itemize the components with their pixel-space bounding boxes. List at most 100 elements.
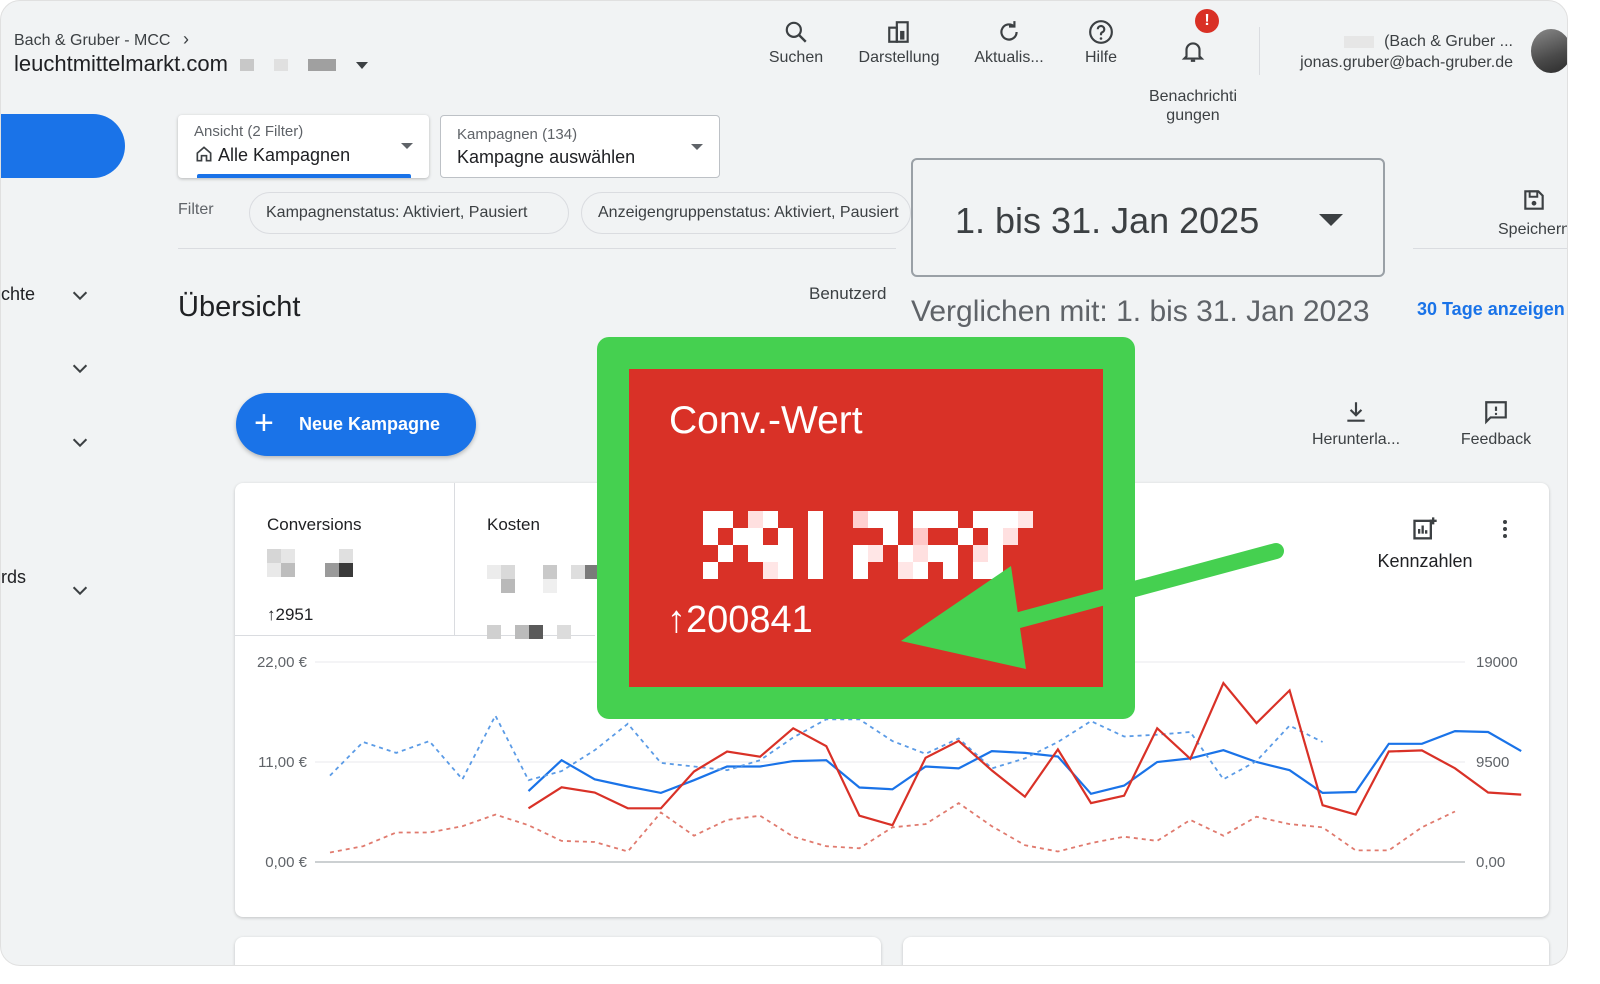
refresh-label: Aktualis... <box>974 49 1044 66</box>
notifications-label: Benachrichti gungen <box>1148 88 1238 124</box>
save-label: Speichern <box>1498 221 1568 238</box>
date-range-picker[interactable]: 1. bis 31. Jan 2025 <box>911 158 1385 277</box>
metrics-button[interactable]: Kennzahlen <box>1375 515 1475 572</box>
view-selector[interactable]: Ansicht (2 Filter) Alle Kampagnen <box>178 115 429 178</box>
caret-down-icon <box>691 144 703 150</box>
redaction-pixel <box>718 511 733 528</box>
redaction-pixel <box>733 528 748 545</box>
sidebar-item-label[interactable]: chte <box>1 284 35 305</box>
metric-label: Kosten <box>487 515 540 534</box>
highlight-change-value: 200841 <box>686 599 813 641</box>
account-selector[interactable]: leuchtmittelmarkt.com <box>14 51 369 77</box>
notifications-button[interactable]: Benachrichti gungen ! <box>1141 9 1245 144</box>
appearance-icon <box>888 21 909 43</box>
chevron-down-icon[interactable] <box>69 284 91 306</box>
y-right-tick-label: 0,00 <box>1476 854 1505 871</box>
view-selector-value: Alle Kampagnen <box>218 145 351 165</box>
more-vert-icon[interactable] <box>1493 517 1517 541</box>
alert-badge: ! <box>1195 9 1219 33</box>
redaction-pixel <box>778 545 793 562</box>
user-info[interactable]: (Bach & Gruber ... jonas.gruber@bach-gru… <box>1300 31 1513 73</box>
y-left-tick-label: 0,00 € <box>265 854 307 871</box>
y-left-tick-label: 22,00 € <box>257 654 308 671</box>
user-email: jonas.gruber@bach-gruber.de <box>1300 54 1513 71</box>
feedback-button[interactable]: Feedback <box>1456 399 1536 449</box>
metric-kosten[interactable]: Kosten <box>487 515 607 639</box>
redacted-block <box>240 59 255 72</box>
help-label: Hilfe <box>1084 49 1117 66</box>
appearance-label: Darstellung <box>858 49 940 66</box>
chevron-down-icon[interactable] <box>69 579 91 601</box>
campaign-selector[interactable]: Kampagnen (134) Kampagne auswählen <box>440 115 720 178</box>
redaction-pixel <box>703 511 718 528</box>
search-button[interactable]: Suchen <box>761 19 831 67</box>
recommendations-card <box>235 937 881 965</box>
breadcrumb-label[interactable]: Bach & Gruber - MCC <box>14 32 170 49</box>
metric-conversions[interactable]: Conversions ↑2951 <box>267 515 362 625</box>
bell-icon <box>1181 42 1205 62</box>
new-campaign-label: Neue Kampagne <box>299 414 441 434</box>
redaction-pixel <box>778 562 793 579</box>
insights-card <box>903 937 1549 965</box>
save-button[interactable]: Speichern <box>1498 187 1568 239</box>
appearance-button[interactable]: Darstellung <box>853 19 945 67</box>
breadcrumb[interactable]: Bach & Gruber - MCC › <box>14 29 189 50</box>
metric-label: Conversions <box>267 515 362 534</box>
redaction-pixel <box>808 511 823 528</box>
filter-chip[interactable]: Anzeigengruppenstatus: Aktiviert, Pausie… <box>581 192 911 234</box>
user-org: (Bach & Gruber ... <box>1384 33 1513 50</box>
redacted-block <box>274 59 289 72</box>
redaction-pixel <box>808 545 823 562</box>
redacted-value <box>487 535 607 639</box>
chevron-right-icon: › <box>182 29 189 49</box>
create-button[interactable] <box>1 114 125 178</box>
redaction-pixel <box>973 511 988 528</box>
redaction-pixel <box>853 511 868 528</box>
divider <box>1259 27 1260 75</box>
campaign-selector-label: Kampagnen (134) <box>457 126 578 143</box>
highlight-label: Conv.-Wert <box>669 399 863 442</box>
search-icon <box>785 21 807 43</box>
redaction-pixel <box>703 562 718 579</box>
sidebar-item-label[interactable]: rds <box>1 567 26 588</box>
chevron-down-icon[interactable] <box>69 357 91 379</box>
refresh-button[interactable]: Aktualis... <box>969 19 1049 67</box>
help-button[interactable]: Hilfe <box>1071 19 1131 67</box>
arrow-up-icon: ↑ <box>267 605 276 624</box>
feedback-icon <box>1485 401 1507 425</box>
plus-icon: + <box>254 404 274 442</box>
redaction-pixel <box>808 528 823 545</box>
account-name: leuchtmittelmarkt.com <box>14 51 228 76</box>
redacted-block <box>1344 35 1375 48</box>
divider <box>454 483 455 635</box>
redacted-value <box>267 535 362 579</box>
highlight-change: ↑200841 <box>667 599 813 642</box>
redaction-pixel <box>913 511 928 528</box>
redaction-pixel <box>1003 511 1018 528</box>
redaction-pixel <box>703 528 718 545</box>
redaction-pixel <box>868 511 883 528</box>
show-30-days-link[interactable]: 30 Tage anzeigen <box>1417 299 1565 320</box>
filter-chip[interactable]: Kampagnenstatus: Aktiviert, Pausiert <box>249 192 569 234</box>
redaction-pixel <box>988 511 1003 528</box>
arrow-up-icon: ↑ <box>667 599 686 641</box>
chevron-down-icon[interactable] <box>69 431 91 453</box>
app-window: Bach & Gruber - MCC › leuchtmittelmarkt.… <box>0 0 1568 966</box>
download-icon <box>1347 402 1365 422</box>
redaction-pixel <box>763 545 778 562</box>
help-icon <box>1089 20 1113 44</box>
redaction-pixel <box>718 545 733 562</box>
caret-down-icon[interactable] <box>356 61 369 69</box>
selected-indicator <box>197 174 411 178</box>
redacted-block <box>308 59 337 72</box>
save-icon <box>1524 190 1544 210</box>
view-selector-label: Ansicht (2 Filter) <box>194 123 304 140</box>
y-right-tick-label: 9500 <box>1476 754 1509 771</box>
download-button[interactable]: Herunterla... <box>1306 399 1406 449</box>
redaction-pixel <box>748 545 763 562</box>
redaction-pixel <box>943 511 958 528</box>
download-label: Herunterla... <box>1311 431 1401 448</box>
redaction-pixel <box>853 562 868 579</box>
new-campaign-button[interactable]: + Neue Kampagne <box>236 393 476 456</box>
avatar[interactable] <box>1531 29 1567 73</box>
